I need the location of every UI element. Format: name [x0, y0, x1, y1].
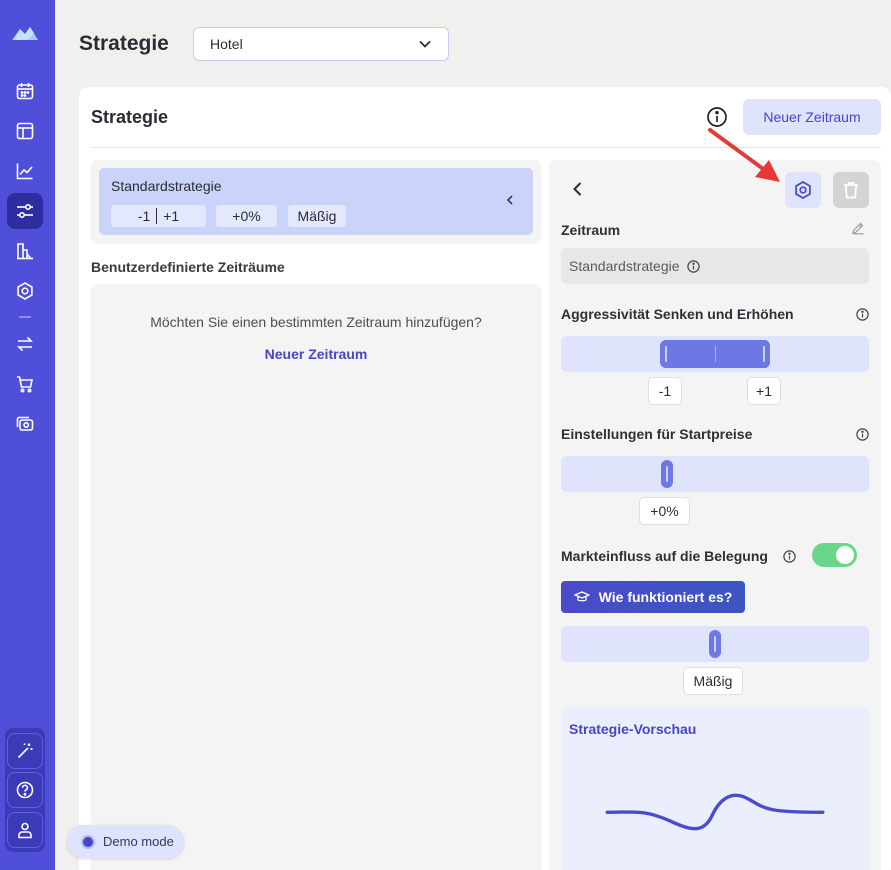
chip-separator: [156, 208, 158, 224]
sidebar-item-calendar[interactable]: [7, 73, 43, 109]
how-it-works-button[interactable]: Wie funktioniert es?: [561, 581, 745, 613]
graduation-cap-icon: [573, 591, 590, 602]
aggressiveness-label: Aggressivität Senken und Erhöhen: [561, 306, 794, 322]
delete-button[interactable]: [833, 172, 869, 208]
aggressiveness-slider[interactable]: [561, 336, 869, 372]
logo-icon[interactable]: [11, 22, 39, 42]
user-icon: [18, 822, 32, 839]
sidebar-item-settings[interactable]: [7, 273, 43, 309]
custom-periods-question: Möchten Sie einen bestimmten Zeitraum hi…: [150, 314, 482, 330]
sidebar-item-magic[interactable]: [7, 733, 43, 769]
market-label: Markteinfluss auf die Belegung: [561, 548, 768, 564]
sidebar-item-camera[interactable]: [7, 406, 43, 442]
market-toggle[interactable]: [812, 543, 857, 567]
strategy-detail-panel: Zeitraum Standardstrategie Aggressivität…: [549, 160, 881, 870]
zeitraum-value: Standardstrategie: [569, 258, 680, 274]
info-icon[interactable]: [783, 550, 796, 563]
settings-button[interactable]: [785, 172, 821, 208]
demo-mode-badge[interactable]: Demo mode: [67, 825, 184, 858]
settings-icon: [17, 282, 33, 300]
sidebar-item-strategy[interactable]: [7, 193, 43, 229]
layout-icon: [16, 122, 34, 140]
chevron-down-icon: [419, 40, 431, 48]
help-icon: [16, 781, 34, 799]
start-price-slider[interactable]: [561, 456, 869, 492]
property-select-value: Hotel: [210, 36, 243, 52]
trash-icon: [844, 182, 858, 199]
standard-strategy-title: Standardstrategie: [111, 178, 222, 194]
card-title: Strategie: [91, 107, 169, 127]
camera-icon: [16, 416, 34, 431]
annotation-arrow-icon: [708, 128, 780, 182]
chip-aggressiveness: -1 +1: [111, 205, 206, 227]
back-arrow-icon[interactable]: [569, 180, 587, 198]
calendar-icon: [16, 83, 34, 100]
info-icon[interactable]: [686, 259, 700, 273]
chip-start-price: +0%: [216, 205, 277, 227]
sidebar-item-layout[interactable]: [7, 113, 43, 149]
chip-range-high: +1: [163, 208, 180, 224]
start-price-label: Einstellungen für Startpreise: [561, 426, 753, 442]
how-it-works-label: Wie funktioniert es?: [598, 589, 733, 605]
aggressiveness-thumb-high[interactable]: [758, 340, 770, 368]
standard-strategy-card[interactable]: Standardstrategie -1 +1 +0% Mäßig: [99, 168, 533, 235]
aggressiveness-high-value: +1: [747, 377, 781, 405]
demo-mode-dot: [81, 834, 95, 849]
start-price-thumb[interactable]: [661, 460, 673, 488]
custom-periods-new-link[interactable]: Neuer Zeitraum: [91, 346, 541, 362]
zeitraum-field: Standardstrategie: [561, 248, 869, 284]
zeitraum-label: Zeitraum: [561, 222, 621, 238]
sidebar-bottom-group: [5, 728, 45, 852]
aggressiveness-center-mark: [715, 346, 716, 362]
standard-strategy-panel: Standardstrategie -1 +1 +0% Mäßig: [91, 160, 541, 244]
property-select[interactable]: Hotel: [193, 27, 449, 61]
info-icon[interactable]: [856, 428, 869, 441]
market-slider[interactable]: [561, 626, 869, 662]
sidebar-item-cart[interactable]: [7, 366, 43, 402]
demo-mode-label: Demo mode: [103, 834, 174, 849]
pencil-icon[interactable]: [851, 221, 865, 235]
market-thumb[interactable]: [709, 630, 721, 658]
sidebar-item-analytics[interactable]: [7, 153, 43, 189]
cart-icon: [17, 376, 33, 393]
custom-periods-box: Möchten Sie einen bestimmten Zeitraum hi…: [91, 284, 541, 870]
sidebar-item-building[interactable]: [7, 233, 43, 269]
chart-line-icon: [16, 163, 33, 180]
magic-wand-icon: [17, 743, 33, 759]
strategy-preview: Strategie-Vorschau: [561, 707, 869, 870]
building-chart-icon: [17, 243, 33, 260]
chevron-left-icon[interactable]: [502, 192, 518, 208]
sidebar-item-user[interactable]: [7, 812, 43, 848]
market-value: Mäßig: [683, 667, 743, 695]
page-title: Strategie: [79, 32, 169, 55]
info-icon[interactable]: [856, 308, 869, 321]
arrows-exchange-icon: [17, 336, 33, 352]
chip-range-low: -1: [137, 208, 151, 224]
sidebar-divider: [19, 316, 31, 318]
sidebar-item-help[interactable]: [7, 772, 43, 808]
strategy-card: Strategie Neuer Zeitraum Standardstrateg…: [79, 87, 891, 870]
custom-periods-label: Benutzerdefinierte Zeiträume: [91, 259, 285, 275]
sidebar-item-exchange[interactable]: [7, 326, 43, 362]
strategy-preview-curve: [605, 793, 825, 831]
gear-icon: [795, 181, 811, 199]
aggressiveness-thumb-low[interactable]: [660, 340, 672, 368]
sliders-icon: [17, 203, 33, 219]
aggressiveness-low-value: -1: [648, 377, 682, 405]
start-price-value: +0%: [639, 497, 690, 525]
sidebar: [0, 0, 55, 870]
chip-market: Mäßig: [288, 205, 346, 227]
